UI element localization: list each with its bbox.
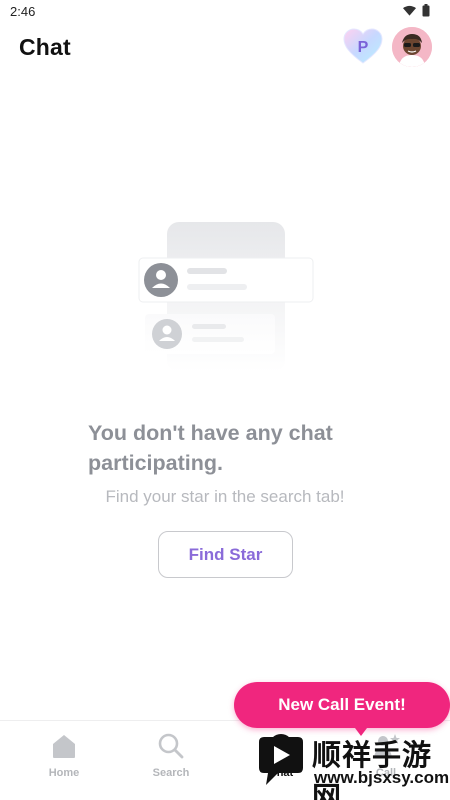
status-icons — [403, 4, 430, 17]
search-icon — [158, 733, 184, 759]
page-title: Chat — [19, 34, 71, 60]
empty-chat-illustration — [135, 218, 320, 378]
watermark-url: www.bjsxsy.com — [314, 768, 450, 787]
status-time: 2:46 — [10, 4, 36, 19]
wifi-icon — [403, 5, 416, 16]
watermark-logo-icon — [259, 737, 303, 785]
empty-state-subtitle: Find your star in the search tab! — [105, 487, 345, 506]
premium-badge-letter: P — [358, 39, 369, 56]
avatar-icon — [392, 27, 432, 67]
status-bar: 2:46 — [0, 0, 450, 24]
app-header: Chat P — [0, 24, 450, 72]
find-star-button[interactable]: Find Star — [158, 531, 293, 578]
battery-icon — [422, 4, 430, 17]
nav-item-home[interactable]: Home — [29, 731, 99, 779]
watermark-title: 顺祥手游网 — [312, 740, 433, 800]
nav-home-label: Home — [48, 767, 80, 779]
profile-avatar[interactable] — [392, 27, 432, 67]
nav-search-label: Search — [152, 767, 190, 779]
nav-item-search[interactable]: Search — [136, 731, 206, 779]
new-call-event-button[interactable]: New Call Event! — [234, 682, 450, 728]
site-watermark: 顺祥手游网 www.bjsxsy.com — [256, 730, 450, 800]
premium-heart-badge[interactable]: P — [343, 28, 383, 66]
empty-state-title: You don't have any chat participating. — [88, 421, 333, 475]
home-icon — [53, 735, 75, 758]
